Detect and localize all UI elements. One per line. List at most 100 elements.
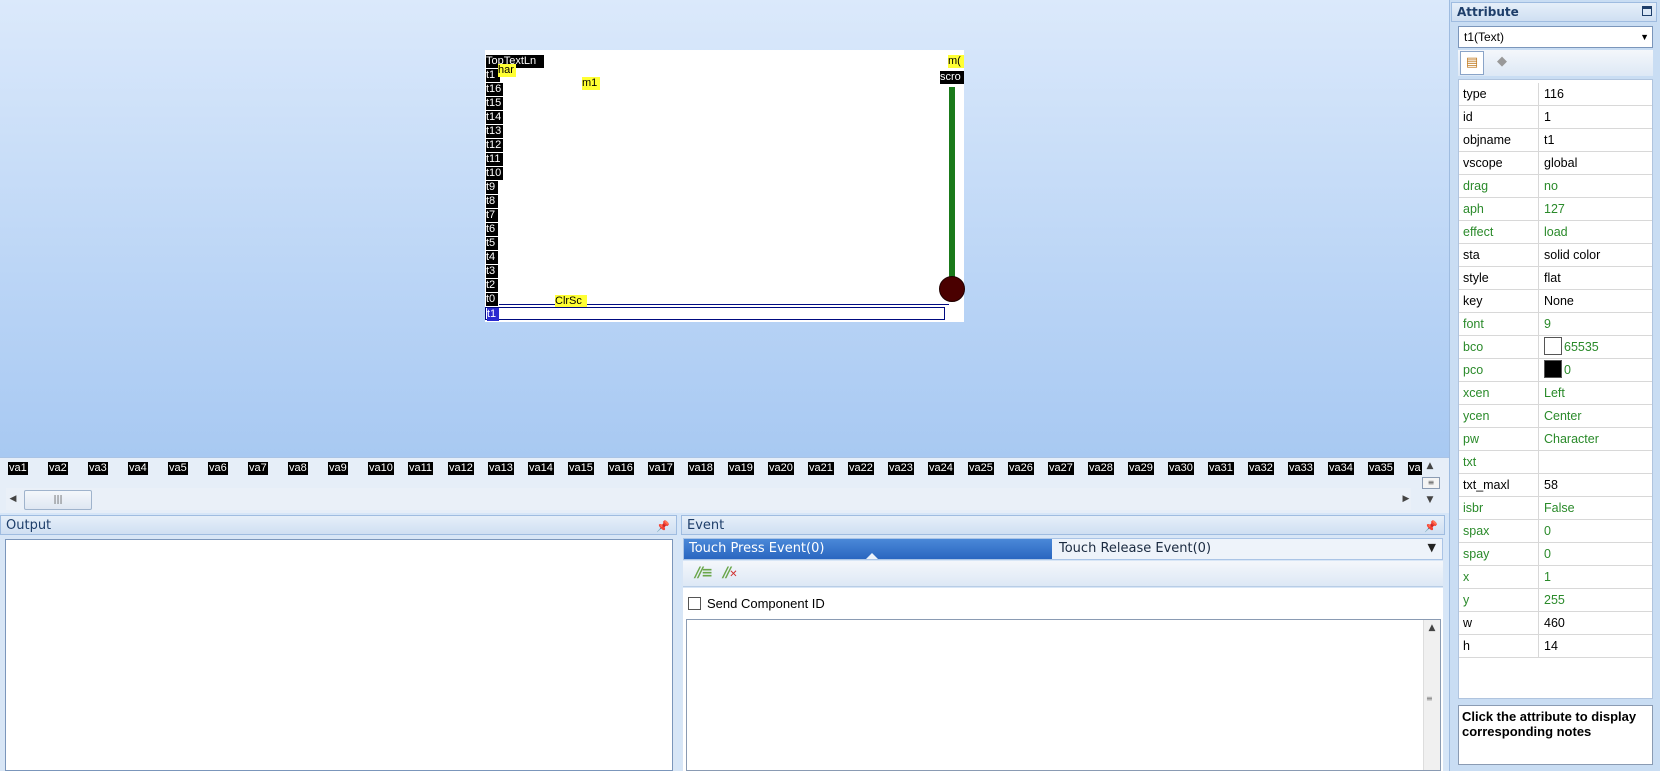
attribute-value-field[interactable]: 14 bbox=[1540, 635, 1652, 657]
variable-va6[interactable]: va6 bbox=[208, 462, 228, 475]
attribute-value-field[interactable]: 1 bbox=[1540, 566, 1652, 588]
comment-lines-icon[interactable]: //≡ bbox=[695, 565, 717, 583]
component-t9[interactable]: t9 bbox=[486, 181, 498, 194]
variable-va13[interactable]: va13 bbox=[488, 462, 514, 475]
pin-icon[interactable]: 📌 bbox=[656, 517, 670, 537]
component-scro[interactable]: scro bbox=[940, 71, 964, 84]
component-t16[interactable]: t16 bbox=[486, 83, 503, 96]
component-scrollbar-track[interactable] bbox=[949, 87, 955, 287]
attribute-value-field[interactable]: 1 bbox=[1540, 106, 1652, 128]
variable-va34[interactable]: va34 bbox=[1328, 462, 1354, 475]
variable-va1[interactable]: va1 bbox=[8, 462, 28, 475]
component-t15[interactable]: t15 bbox=[486, 97, 503, 110]
variable-va11[interactable]: va11 bbox=[408, 462, 434, 475]
component-t13[interactable]: t13 bbox=[486, 125, 503, 138]
attribute-row-aph[interactable]: aph 127 bbox=[1459, 198, 1652, 221]
variable-va16[interactable]: va16 bbox=[608, 462, 634, 475]
properties-icon[interactable]: ▤ bbox=[1460, 51, 1484, 75]
attribute-value-field[interactable]: load bbox=[1540, 221, 1652, 243]
attribute-value-field[interactable]: 9 bbox=[1540, 313, 1652, 335]
attribute-value-field[interactable]: Character bbox=[1540, 428, 1652, 450]
component-t7[interactable]: t7 bbox=[486, 209, 498, 222]
color-swatch[interactable] bbox=[1544, 360, 1562, 379]
variable-va2[interactable]: va2 bbox=[48, 462, 68, 475]
component-m1[interactable]: m1 bbox=[582, 77, 600, 90]
attribute-value-field[interactable]: 255 bbox=[1540, 589, 1652, 611]
component-t4[interactable]: t4 bbox=[486, 251, 498, 264]
events-icon[interactable]: ◆ bbox=[1490, 51, 1514, 75]
component-t1-text-selected[interactable]: t1 bbox=[485, 307, 945, 321]
scroll-up-icon[interactable]: ▲ bbox=[1425, 622, 1439, 634]
uncomment-lines-icon[interactable]: //✕ bbox=[723, 565, 745, 583]
attribute-row-pw[interactable]: pw Character bbox=[1459, 428, 1652, 451]
variable-va18[interactable]: va18 bbox=[688, 462, 714, 475]
variable-va22[interactable]: va22 bbox=[848, 462, 874, 475]
attribute-value-field[interactable]: 65535 bbox=[1540, 336, 1652, 358]
attribute-value-field[interactable]: 127 bbox=[1540, 198, 1652, 220]
attribute-row-drag[interactable]: drag no bbox=[1459, 175, 1652, 198]
tab-touch-release-event[interactable]: Touch Release Event(0) bbox=[1054, 539, 1414, 559]
variable-va5[interactable]: va5 bbox=[168, 462, 188, 475]
variable-va31[interactable]: va31 bbox=[1208, 462, 1234, 475]
hmi-page-preview[interactable]: TopTextLn t1 har m1 m( scro t16 t15 t14 … bbox=[485, 50, 965, 322]
attribute-value-field[interactable]: Left bbox=[1540, 382, 1652, 404]
attribute-row-effect[interactable]: effect load bbox=[1459, 221, 1652, 244]
variable-va26[interactable]: va26 bbox=[1008, 462, 1034, 475]
attribute-value-field[interactable]: global bbox=[1540, 152, 1652, 174]
variable-va29[interactable]: va29 bbox=[1128, 462, 1154, 475]
chevron-down-icon[interactable]: ▼ bbox=[1428, 541, 1436, 554]
attribute-value-field[interactable]: 0 bbox=[1540, 543, 1652, 565]
component-t3[interactable]: t3 bbox=[486, 265, 498, 278]
component-t11[interactable]: t11 bbox=[486, 153, 503, 166]
attribute-row-x[interactable]: x1 bbox=[1459, 566, 1652, 589]
event-code-editor[interactable]: ▲ ≡ bbox=[686, 619, 1441, 771]
attribute-row-id[interactable]: id 1 bbox=[1459, 106, 1652, 129]
component-har[interactable]: har bbox=[498, 64, 516, 77]
attribute-row-key[interactable]: key None bbox=[1459, 290, 1652, 313]
attribute-row-isbr[interactable]: isbr False bbox=[1459, 497, 1652, 520]
variable-va32[interactable]: va32 bbox=[1248, 462, 1274, 475]
color-swatch[interactable] bbox=[1544, 337, 1562, 356]
component-t10[interactable]: t10 bbox=[486, 167, 503, 180]
attribute-row-type[interactable]: type 116 bbox=[1459, 83, 1652, 106]
component-t2[interactable]: t2 bbox=[486, 279, 498, 292]
attribute-row-spay[interactable]: spay 0 bbox=[1459, 543, 1652, 566]
attribute-row-objname[interactable]: objname t1 bbox=[1459, 129, 1652, 152]
attribute-value-field[interactable]: no bbox=[1540, 175, 1652, 197]
variable-va17[interactable]: va17 bbox=[648, 462, 674, 475]
variable-va20[interactable]: va20 bbox=[768, 462, 794, 475]
component-t14[interactable]: t14 bbox=[486, 111, 503, 124]
attribute-row-txt-maxl[interactable]: txt_maxl 58 bbox=[1459, 474, 1652, 497]
attribute-row-ycen[interactable]: ycen Center bbox=[1459, 405, 1652, 428]
scroll-grip-icon[interactable]: ≡ bbox=[1422, 477, 1440, 489]
attribute-row-y[interactable]: y 255 bbox=[1459, 589, 1652, 612]
variable-va23[interactable]: va23 bbox=[888, 462, 914, 475]
component-t12[interactable]: t12 bbox=[486, 139, 503, 152]
attribute-value-field[interactable] bbox=[1540, 451, 1652, 473]
variable-va7[interactable]: va7 bbox=[248, 462, 268, 475]
chevron-down-icon[interactable]: ▼ bbox=[1640, 27, 1649, 47]
variable-va4[interactable]: va4 bbox=[128, 462, 148, 475]
component-t6[interactable]: t6 bbox=[486, 223, 498, 236]
horizontal-scrollbar[interactable]: ◀ ||| ▶ bbox=[6, 488, 1411, 510]
attribute-value-field[interactable]: t1 bbox=[1540, 129, 1652, 151]
attribute-row-font[interactable]: font 9 bbox=[1459, 313, 1652, 336]
variable-va15[interactable]: va15 bbox=[568, 462, 594, 475]
attribute-row-bco[interactable]: bco 65535 bbox=[1459, 336, 1652, 359]
code-vertical-scrollbar[interactable]: ▲ ≡ bbox=[1423, 620, 1440, 770]
variable-va10[interactable]: va10 bbox=[368, 462, 394, 475]
attribute-value-field[interactable]: flat bbox=[1540, 267, 1652, 289]
attribute-value-field[interactable]: 460 bbox=[1540, 612, 1652, 634]
scroll-left-icon[interactable]: ◀ bbox=[6, 493, 20, 505]
component-scroll-knob[interactable] bbox=[939, 276, 965, 302]
component-select[interactable]: t1(Text) ▼ bbox=[1458, 26, 1653, 48]
attribute-row-spax[interactable]: spax 0 bbox=[1459, 520, 1652, 543]
attribute-row-h[interactable]: h 14 bbox=[1459, 635, 1652, 658]
minimize-icon[interactable] bbox=[1642, 6, 1652, 16]
variable-va3[interactable]: va3 bbox=[88, 462, 108, 475]
component-m0[interactable]: m( bbox=[948, 55, 964, 68]
component-t0[interactable]: t0 bbox=[486, 293, 498, 306]
variable-va14[interactable]: va14 bbox=[528, 462, 554, 475]
attribute-row-sta[interactable]: sta solid color bbox=[1459, 244, 1652, 267]
scroll-grip-icon[interactable]: ≡ bbox=[1426, 694, 1438, 704]
